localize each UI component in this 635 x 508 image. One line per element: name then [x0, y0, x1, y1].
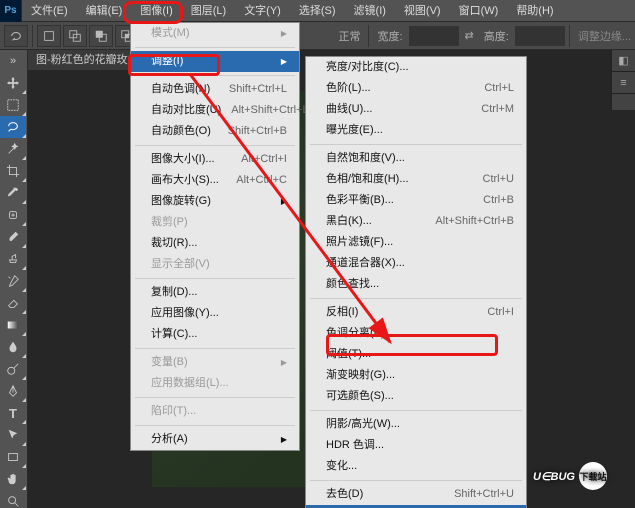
move-tool[interactable]	[0, 72, 26, 94]
menu-edit[interactable]: 编辑(E)	[77, 0, 132, 22]
menu-adjustments-item-10[interactable]: 通道混合器(X)...	[306, 253, 526, 274]
menu-image-item-10[interactable]: 图像旋转(G)▶	[131, 191, 299, 212]
menu-image-item-13: 显示全部(V)	[131, 254, 299, 275]
menu-image-item-11: 裁剪(P)	[131, 212, 299, 233]
width-label: 宽度:	[373, 28, 406, 44]
menu-adjustments-item-15[interactable]: 阈值(T)...	[306, 344, 526, 365]
menu-adjustments-dropdown: 亮度/对比度(C)...色阶(L)...Ctrl+L曲线(U)...Ctrl+M…	[305, 56, 527, 508]
eraser-tool[interactable]	[0, 292, 26, 314]
menu-adjustments-item-14[interactable]: 色调分离(P)...	[306, 323, 526, 344]
panel-icon-2[interactable]: ≡	[612, 72, 635, 94]
selection-subtract-icon[interactable]	[89, 25, 113, 47]
menu-adjustments-item-9[interactable]: 照片滤镜(F)...	[306, 232, 526, 253]
blur-tool[interactable]	[0, 336, 26, 358]
menu-window[interactable]: 窗口(W)	[450, 0, 508, 22]
document-tab[interactable]: 图-粉红色的花瓣玫	[28, 50, 137, 70]
menu-image-item-20: 应用数据组(L)...	[131, 373, 299, 394]
type-tool[interactable]: T	[0, 402, 26, 424]
menu-type[interactable]: 文字(Y)	[235, 0, 290, 22]
options-bar: 正常 宽度: ⇄ 高度: 调整边缘...	[0, 22, 635, 50]
menu-adjustments-item-23[interactable]: 去色(D)Shift+Ctrl+U	[306, 484, 526, 505]
menu-adjustments-item-5[interactable]: 自然饱和度(V)...	[306, 148, 526, 169]
menu-image-item-2[interactable]: 调整(I)▶	[131, 51, 299, 72]
right-panel: ◧ ≡	[611, 50, 635, 110]
menu-file[interactable]: 文件(E)	[22, 0, 77, 22]
height-label: 高度:	[480, 28, 513, 44]
menu-image-item-19: 变量(B)▶	[131, 352, 299, 373]
menu-adjustments-item-17[interactable]: 可选颜色(S)...	[306, 386, 526, 407]
eyedropper-tool[interactable]	[0, 182, 26, 204]
menu-image-item-22: 陷印(T)...	[131, 401, 299, 422]
menu-layer[interactable]: 图层(L)	[182, 0, 235, 22]
pen-tool[interactable]	[0, 380, 26, 402]
menu-image-item-5[interactable]: 自动对比度(U)Alt+Shift+Ctrl+L	[131, 100, 299, 121]
history-brush-tool[interactable]	[0, 270, 26, 292]
menu-image-item-16[interactable]: 应用图像(Y)...	[131, 303, 299, 324]
menu-image-item-8[interactable]: 图像大小(I)...Alt+Ctrl+I	[131, 149, 299, 170]
dodge-tool[interactable]	[0, 358, 26, 380]
app-logo: Ps	[0, 0, 22, 22]
crop-tool[interactable]	[0, 160, 26, 182]
menu-adjustments-item-0[interactable]: 亮度/对比度(C)...	[306, 57, 526, 78]
swap-icon[interactable]: ⇄	[461, 29, 478, 42]
watermark-text: U∈BUG	[533, 470, 575, 483]
menu-adjustments-item-3[interactable]: 曝光度(E)...	[306, 120, 526, 141]
rectangle-tool[interactable]	[0, 446, 26, 468]
brush-tool[interactable]	[0, 226, 26, 248]
mode-label: 正常	[334, 28, 364, 44]
menu-adjustments-item-13[interactable]: 反相(I)Ctrl+I	[306, 302, 526, 323]
menu-filter[interactable]: 滤镜(I)	[345, 0, 395, 22]
selection-new-icon[interactable]	[37, 25, 61, 47]
menu-adjustments-item-8[interactable]: 黑白(K)...Alt+Shift+Ctrl+B	[306, 211, 526, 232]
menu-adjustments-item-7[interactable]: 色彩平衡(B)...Ctrl+B	[306, 190, 526, 211]
menu-image-item-9[interactable]: 画布大小(S)...Alt+Ctrl+C	[131, 170, 299, 191]
marquee-tool[interactable]	[0, 94, 26, 116]
menu-adjustments-item-11[interactable]: 颜色查找...	[306, 274, 526, 295]
lasso-tool-icon[interactable]	[4, 25, 28, 47]
clone-stamp-tool[interactable]	[0, 248, 26, 270]
healing-brush-tool[interactable]	[0, 204, 26, 226]
selection-add-icon[interactable]	[63, 25, 87, 47]
menu-help[interactable]: 帮助(H)	[507, 0, 562, 22]
menu-view[interactable]: 视图(V)	[395, 0, 450, 22]
zoom-tool[interactable]	[0, 490, 26, 508]
refine-edges-button[interactable]: 调整边缘...	[574, 28, 635, 44]
height-input[interactable]	[515, 26, 565, 46]
menu-adjustments-item-20[interactable]: HDR 色调...	[306, 435, 526, 456]
toolbar: » T	[0, 50, 28, 508]
magic-wand-tool[interactable]	[0, 138, 26, 160]
menu-adjustments-item-1[interactable]: 色阶(L)...Ctrl+L	[306, 78, 526, 99]
menu-select[interactable]: 选择(S)	[290, 0, 345, 22]
menu-adjustments-item-21[interactable]: 变化...	[306, 456, 526, 477]
menu-image-dropdown: 模式(M)▶ 调整(I)▶ 自动色调(N)Shift+Ctrl+L自动对比度(U)A…	[130, 22, 300, 451]
menu-image-item-24[interactable]: 分析(A)▶	[131, 429, 299, 450]
menubar: Ps 文件(E) 编辑(E) 图像(I) 图层(L) 文字(Y) 选择(S) 滤…	[0, 0, 635, 22]
menu-image[interactable]: 图像(I)	[131, 0, 181, 22]
watermark-badge: 下载站	[579, 462, 607, 490]
hand-tool[interactable]	[0, 468, 26, 490]
collapse-icon[interactable]: »	[0, 50, 26, 72]
menu-image-item-6[interactable]: 自动颜色(O)Shift+Ctrl+B	[131, 121, 299, 142]
watermark-logo: U∈BUG 下载站	[533, 462, 607, 490]
menu-image-item-15[interactable]: 复制(D)...	[131, 282, 299, 303]
menu-image-item-17[interactable]: 计算(C)...	[131, 324, 299, 345]
menu-image-item-12[interactable]: 裁切(R)...	[131, 233, 299, 254]
gradient-tool[interactable]	[0, 314, 26, 336]
width-input[interactable]	[409, 26, 459, 46]
path-selection-tool[interactable]	[0, 424, 26, 446]
menu-image-item-4[interactable]: 自动色调(N)Shift+Ctrl+L	[131, 79, 299, 100]
lasso-tool[interactable]	[0, 116, 26, 138]
panel-icon-1[interactable]: ◧	[612, 50, 635, 72]
menu-adjustments-item-2[interactable]: 曲线(U)...Ctrl+M	[306, 99, 526, 120]
menu-image-item-0: 模式(M)▶	[131, 23, 299, 44]
menu-adjustments-item-6[interactable]: 色相/饱和度(H)...Ctrl+U	[306, 169, 526, 190]
menu-adjustments-item-16[interactable]: 渐变映射(G)...	[306, 365, 526, 386]
menu-adjustments-item-19[interactable]: 阴影/高光(W)...	[306, 414, 526, 435]
